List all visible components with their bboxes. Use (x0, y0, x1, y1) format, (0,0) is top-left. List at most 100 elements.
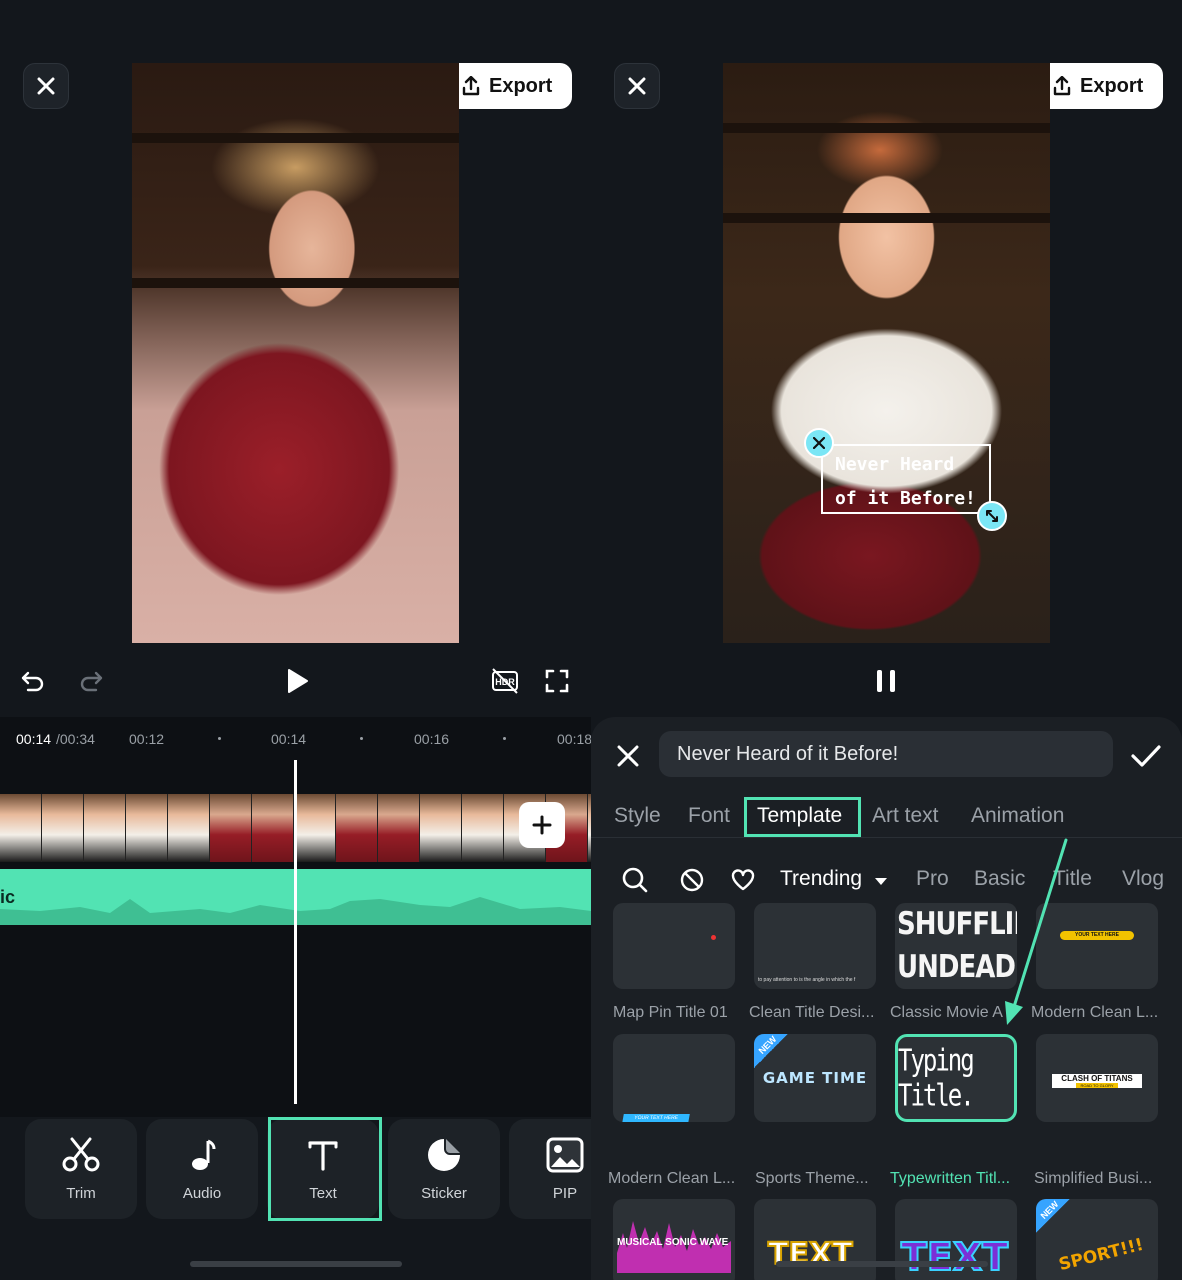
template-card[interactable]: TEXT (754, 1199, 876, 1280)
toolbar-trim[interactable]: Trim (25, 1119, 137, 1219)
ruler-dot (218, 737, 221, 740)
video-preview[interactable] (723, 63, 1050, 643)
tab-style[interactable]: Style (614, 804, 661, 828)
pause-icon (877, 670, 895, 692)
redo-button[interactable] (74, 664, 108, 698)
close-icon (617, 745, 639, 767)
caption-delete-handle[interactable] (804, 428, 834, 458)
template-card[interactable] (613, 903, 735, 989)
close-icon (37, 77, 55, 95)
toolbar-sticker[interactable]: Sticker (388, 1119, 500, 1219)
new-badge: NEW (754, 1034, 788, 1068)
template-card[interactable]: NEW SPORT!!! (1036, 1199, 1158, 1280)
close-icon (628, 77, 646, 95)
playhead[interactable] (294, 760, 297, 1104)
category-pro[interactable]: Pro (916, 867, 949, 891)
highlight-text-tool (268, 1117, 382, 1221)
template-thumb-text: YOUR TEXT HERE (622, 1114, 690, 1122)
category-trending[interactable]: Trending (780, 867, 862, 891)
time-total: /00:34 (56, 731, 95, 747)
template-card[interactable]: CLASH OF TITANS ROAD TO GLORY (1036, 1034, 1158, 1122)
template-label: Modern Clean L... (608, 1170, 736, 1187)
ruler-label: 00:14 (271, 731, 307, 747)
tab-animation[interactable]: Animation (971, 804, 1064, 828)
template-label: Classic Movie A (890, 1004, 1003, 1021)
template-thumb-text: YOUR TEXT HERE (1060, 931, 1134, 940)
plus-icon (532, 815, 552, 835)
pause-button[interactable] (869, 664, 903, 698)
template-card[interactable]: to pay attention to is the angle in whic… (754, 903, 876, 989)
annotation-arrow (1005, 838, 1068, 1025)
ruler-label: 00:16 (414, 731, 450, 747)
template-thumb-text: to pay attention to is the angle in whic… (758, 977, 856, 983)
time-current: 00:14 (16, 731, 52, 747)
heart-icon (731, 869, 755, 891)
new-badge: NEW (1036, 1199, 1070, 1233)
template-label: Map Pin Title 01 (613, 1004, 728, 1021)
template-thumb-subtext: ROAD TO GLORY (1076, 1083, 1118, 1088)
divider (591, 837, 1182, 838)
caption-text-input[interactable]: Never Heard of it Before! (659, 731, 1113, 777)
template-thumb-text: GAME TIME (762, 1069, 868, 1087)
caption-text[interactable]: Never Heard of it Before! (835, 448, 985, 516)
music-note-icon (192, 1139, 216, 1170)
ruler-label: 00:18 (557, 731, 593, 747)
confirm-button[interactable] (1129, 741, 1163, 771)
tab-art-text[interactable]: Art text (872, 804, 939, 828)
undo-icon (21, 671, 44, 692)
template-card[interactable]: MUSICAL SONIC WAVE (613, 1199, 735, 1280)
home-indicator (190, 1261, 402, 1267)
tab-font[interactable]: Font (688, 804, 730, 828)
ban-icon (680, 868, 704, 892)
no-template-button[interactable] (678, 866, 706, 894)
export-button[interactable]: Export (1032, 63, 1164, 109)
template-label: Simplified Busi... (1034, 1170, 1153, 1187)
highlight-template-tab (744, 797, 861, 837)
screen: Export HDR 00:14 /00:34 00:12 00:14 (0, 0, 1182, 1280)
play-button[interactable] (280, 664, 314, 698)
cancel-button[interactable] (613, 741, 643, 771)
close-icon (813, 437, 825, 449)
map-pin-icon (711, 935, 716, 940)
template-thumb-text: CLASH OF TITANS (1061, 1074, 1133, 1083)
export-button[interactable]: Export (441, 63, 573, 109)
audio-label: ic (0, 887, 16, 907)
image-icon (546, 1137, 584, 1172)
toolbar-audio[interactable]: Audio (146, 1119, 258, 1219)
template-card[interactable]: YOUR TEXT HERE (613, 1034, 735, 1122)
template-card[interactable]: SHUFFLING UNDEAD (895, 903, 1017, 989)
export-label: Export (489, 74, 553, 97)
sticker-icon (428, 1138, 460, 1171)
template-thumb-text: MUSICAL SONIC WAVE (617, 1237, 729, 1248)
close-button[interactable] (23, 63, 69, 109)
template-thumb-text: SHUFFLING UNDEAD (897, 906, 1017, 986)
chevron-down-icon (875, 878, 887, 885)
ruler-dot (360, 737, 363, 740)
toolbar-label: Audio (182, 1184, 222, 1202)
close-button[interactable] (614, 63, 660, 109)
add-clip-button[interactable] (519, 802, 565, 848)
fullscreen-button[interactable] (540, 664, 574, 698)
search-icon (622, 867, 648, 893)
category-vlog[interactable]: Vlog (1122, 867, 1164, 891)
template-card[interactable]: NEW GAME TIME (754, 1034, 876, 1122)
editor-panel-left: Export HDR 00:14 /00:34 00:12 00:14 (0, 0, 621, 1280)
template-card-selected[interactable]: Typing Title. (895, 1034, 1017, 1122)
search-button[interactable] (621, 866, 649, 894)
undo-button[interactable] (16, 664, 50, 698)
editor-panel-right: Export Never Heard of it Before! Never H… (591, 0, 1182, 1280)
favorites-button[interactable] (729, 866, 757, 894)
hdr-button[interactable]: HDR (488, 664, 522, 698)
upload-icon (1053, 76, 1071, 96)
export-label: Export (1080, 74, 1144, 97)
template-card[interactable]: TEXT (895, 1199, 1017, 1280)
scissors-icon (62, 1137, 100, 1171)
redo-icon (80, 671, 103, 692)
home-indicator (776, 1261, 988, 1267)
check-icon (1131, 745, 1161, 767)
template-label: Sports Theme... (755, 1170, 869, 1187)
caption-resize-handle[interactable] (977, 501, 1007, 531)
fullscreen-icon (545, 669, 569, 693)
video-preview[interactable] (132, 63, 459, 643)
template-thumb-text: TEXT (900, 1234, 1009, 1280)
